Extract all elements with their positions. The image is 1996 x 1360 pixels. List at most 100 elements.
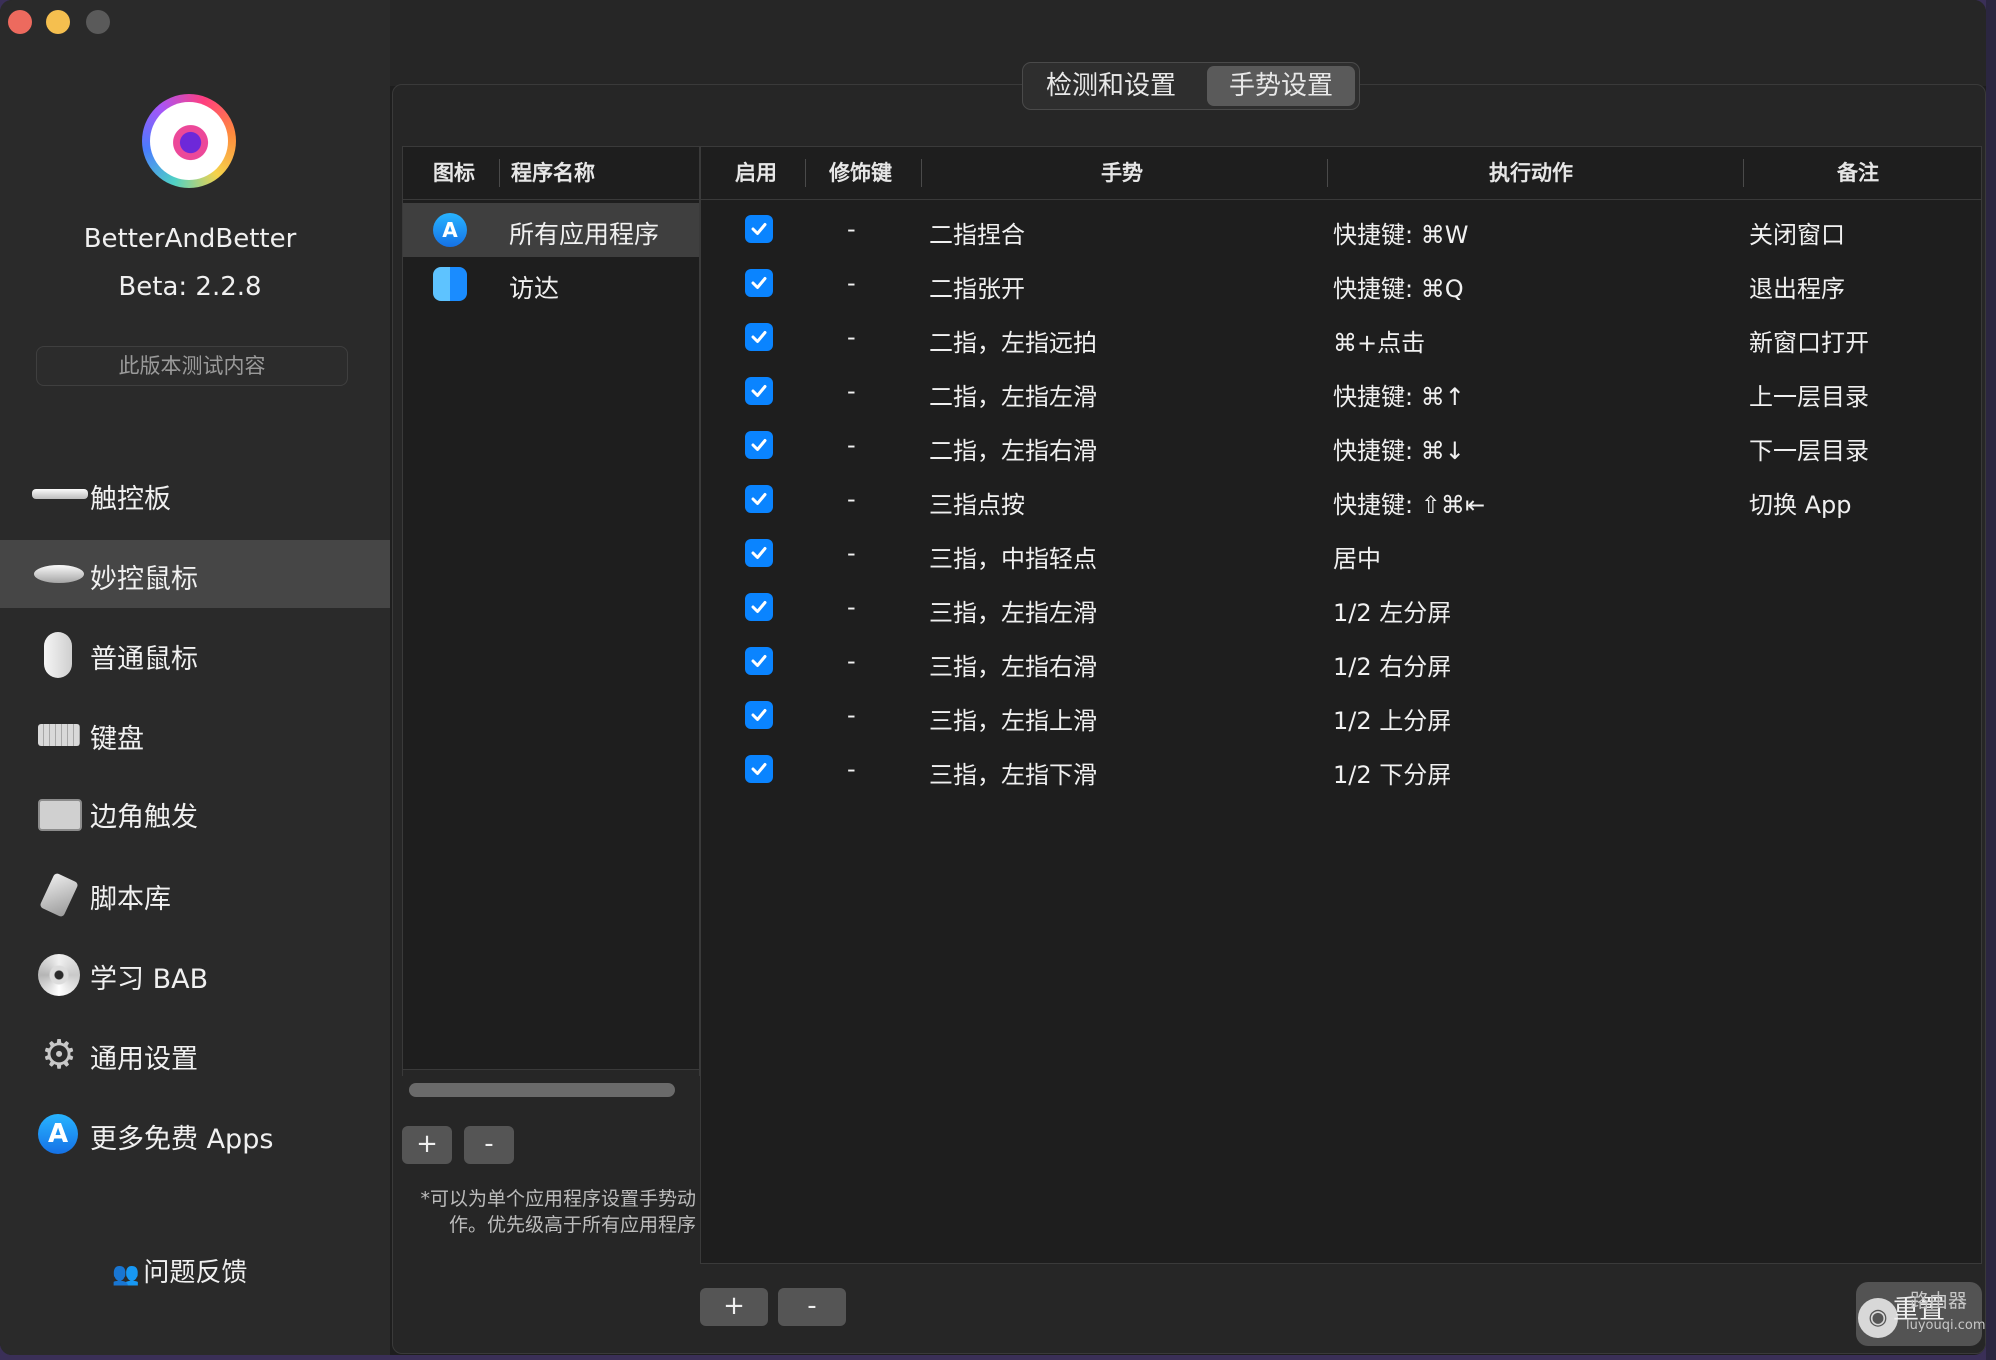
sidebar-item-learn[interactable]: 学习 BAB bbox=[0, 940, 390, 1008]
keyboard-icon bbox=[38, 724, 80, 746]
modifier-cell: - bbox=[847, 269, 856, 297]
sidebar-item-hot-corners[interactable]: 边角触发 bbox=[0, 778, 390, 846]
enabled-checkbox[interactable] bbox=[745, 431, 773, 459]
header-divider bbox=[403, 199, 699, 200]
gesture-row[interactable]: - 三指，左指上滑 1/2 上分屏 bbox=[701, 689, 1981, 743]
modifier-cell: - bbox=[847, 701, 856, 729]
gesture-row[interactable]: - 二指，左指远拍 ⌘+点击 新窗口打开 bbox=[701, 311, 1981, 365]
enabled-checkbox[interactable] bbox=[745, 485, 773, 513]
modifier-cell: - bbox=[847, 377, 856, 405]
action-cell: 1/2 下分屏 bbox=[1333, 761, 1452, 789]
finder-icon bbox=[433, 267, 467, 301]
enabled-checkbox[interactable] bbox=[745, 269, 773, 297]
release-notes-button[interactable]: 此版本测试内容 bbox=[36, 346, 348, 386]
gesture-cell: 二指捏合 bbox=[929, 221, 1025, 249]
hot-corner-icon bbox=[38, 799, 82, 831]
app-list-row-finder[interactable]: 访达 bbox=[403, 257, 699, 311]
sidebar-item-more-apps[interactable]: A 更多免费 Apps bbox=[0, 1100, 390, 1168]
column-header-app-name[interactable]: 程序名称 bbox=[511, 147, 595, 199]
column-divider bbox=[1743, 159, 1744, 187]
remove-app-button[interactable]: - bbox=[464, 1126, 514, 1164]
enabled-checkbox[interactable] bbox=[745, 215, 773, 243]
sidebar-item-mouse[interactable]: 普通鼠标 bbox=[0, 620, 390, 688]
gesture-row[interactable]: - 三指，中指轻点 居中 bbox=[701, 527, 1981, 581]
gesture-cell: 二指，左指远拍 bbox=[929, 329, 1097, 357]
modifier-cell: - bbox=[847, 215, 856, 243]
app-name-label: 所有应用程序 bbox=[509, 220, 660, 249]
sidebar-item-label: 更多免费 Apps bbox=[90, 1124, 274, 1155]
close-window-button[interactable] bbox=[8, 10, 32, 34]
tab-detection-settings[interactable]: 检测和设置 bbox=[1027, 66, 1195, 106]
watermark-brand: 路由器 bbox=[1910, 1290, 1968, 1312]
enabled-checkbox[interactable] bbox=[745, 323, 773, 351]
zoom-window-button[interactable] bbox=[86, 10, 110, 34]
gesture-cell: 二指，左指左滑 bbox=[929, 383, 1097, 411]
column-header-icon[interactable]: 图标 bbox=[433, 147, 475, 199]
sidebar-item-label: 普通鼠标 bbox=[90, 644, 198, 675]
action-cell: 1/2 上分屏 bbox=[1333, 707, 1452, 735]
header-divider bbox=[701, 199, 1981, 200]
column-header-enabled[interactable]: 启用 bbox=[735, 147, 777, 199]
gesture-row[interactable]: - 三指，左指左滑 1/2 左分屏 bbox=[701, 581, 1981, 635]
watermark-url: luyouqi.com bbox=[1906, 1318, 1986, 1333]
gesture-row[interactable]: - 二指，左指左滑 快捷键: ⌘↑ 上一层目录 bbox=[701, 365, 1981, 419]
app-list-row-all-apps[interactable]: A 所有应用程序 bbox=[403, 203, 699, 257]
mouse-icon bbox=[44, 632, 72, 678]
column-header-note[interactable]: 备注 bbox=[1837, 147, 1879, 199]
app-priority-note: *可以为单个应用程序设置手势动作。优先级高于所有应用程序 bbox=[420, 1188, 696, 1236]
column-divider bbox=[499, 159, 500, 187]
sidebar-item-label: 触控板 bbox=[90, 484, 171, 515]
gesture-row[interactable]: - 二指，左指右滑 快捷键: ⌘↓ 下一层目录 bbox=[701, 419, 1981, 473]
feedback-button[interactable]: 👥 问题反馈 bbox=[112, 1252, 247, 1289]
app-name: BetterAndBetter bbox=[83, 224, 297, 254]
enabled-checkbox[interactable] bbox=[745, 701, 773, 729]
column-divider bbox=[921, 159, 922, 187]
column-header-action[interactable]: 执行动作 bbox=[1489, 147, 1573, 199]
sidebar-item-scripts[interactable]: 脚本库 bbox=[0, 860, 390, 928]
column-header-gesture[interactable]: 手势 bbox=[1101, 147, 1143, 199]
enabled-checkbox[interactable] bbox=[745, 539, 773, 567]
column-divider bbox=[1327, 159, 1328, 187]
minimize-window-button[interactable] bbox=[46, 10, 70, 34]
enabled-checkbox[interactable] bbox=[745, 377, 773, 405]
router-logo-icon: ◉ bbox=[1858, 1298, 1898, 1338]
remove-gesture-button[interactable]: - bbox=[778, 1288, 846, 1326]
add-gesture-button[interactable]: + bbox=[700, 1288, 768, 1326]
sidebar-item-label: 脚本库 bbox=[90, 884, 171, 915]
script-icon bbox=[39, 872, 79, 918]
sidebar-item-keyboard[interactable]: 键盘 bbox=[0, 700, 390, 768]
action-cell: 快捷键: ⌘↓ bbox=[1333, 437, 1465, 465]
modifier-cell: - bbox=[847, 593, 856, 621]
horizontal-scrollbar[interactable] bbox=[409, 1083, 675, 1097]
add-app-button[interactable]: + bbox=[402, 1126, 452, 1164]
enabled-checkbox[interactable] bbox=[745, 647, 773, 675]
people-icon: 👥 bbox=[112, 1262, 140, 1287]
action-cell: 居中 bbox=[1333, 545, 1381, 573]
app-store-icon: A bbox=[433, 213, 467, 247]
gesture-cell: 三指，左指左滑 bbox=[929, 599, 1097, 627]
modifier-cell: - bbox=[847, 647, 856, 675]
note-cell: 关闭窗口 bbox=[1749, 221, 1845, 249]
app-window: BetterAndBetter Beta: 2.2.8 此版本测试内容 触控板 … bbox=[0, 0, 1986, 1355]
sidebar: BetterAndBetter Beta: 2.2.8 此版本测试内容 触控板 … bbox=[0, 0, 390, 1355]
column-header-modifier[interactable]: 修饰键 bbox=[829, 147, 892, 199]
gesture-cell: 三指点按 bbox=[929, 491, 1025, 519]
modifier-cell: - bbox=[847, 485, 856, 513]
modifier-cell: - bbox=[847, 431, 856, 459]
dvd-icon bbox=[38, 954, 80, 996]
gesture-cell: 二指张开 bbox=[929, 275, 1025, 303]
tab-gesture-settings[interactable]: 手势设置 bbox=[1207, 66, 1355, 106]
sidebar-item-trackpad[interactable]: 触控板 bbox=[0, 460, 390, 528]
gesture-row[interactable]: - 二指捏合 快捷键: ⌘W 关闭窗口 bbox=[701, 203, 1981, 257]
sidebar-item-magic-mouse[interactable]: 妙控鼠标 bbox=[0, 540, 390, 608]
enabled-checkbox[interactable] bbox=[745, 755, 773, 783]
gesture-table: 启用 修饰键 手势 执行动作 备注 - 二指捏合 快捷键: ⌘W 关闭窗口 - 二指张开快… bbox=[700, 146, 1982, 1264]
app-name-label: 访达 bbox=[509, 274, 560, 303]
sidebar-item-general-settings[interactable]: ⚙ 通用设置 bbox=[0, 1020, 390, 1088]
enabled-checkbox[interactable] bbox=[745, 593, 773, 621]
app-list-table: 图标 程序名称 A 所有应用程序 访达 bbox=[402, 146, 700, 1110]
gesture-row[interactable]: - 二指张开 快捷键: ⌘Q 退出程序 bbox=[701, 257, 1981, 311]
gesture-row[interactable]: - 三指，左指右滑 1/2 右分屏 bbox=[701, 635, 1981, 689]
gesture-row[interactable]: - 三指，左指下滑 1/2 下分屏 bbox=[701, 743, 1981, 797]
gesture-row[interactable]: - 三指点按 快捷键: ⇧⌘⇤ 切换 App bbox=[701, 473, 1981, 527]
